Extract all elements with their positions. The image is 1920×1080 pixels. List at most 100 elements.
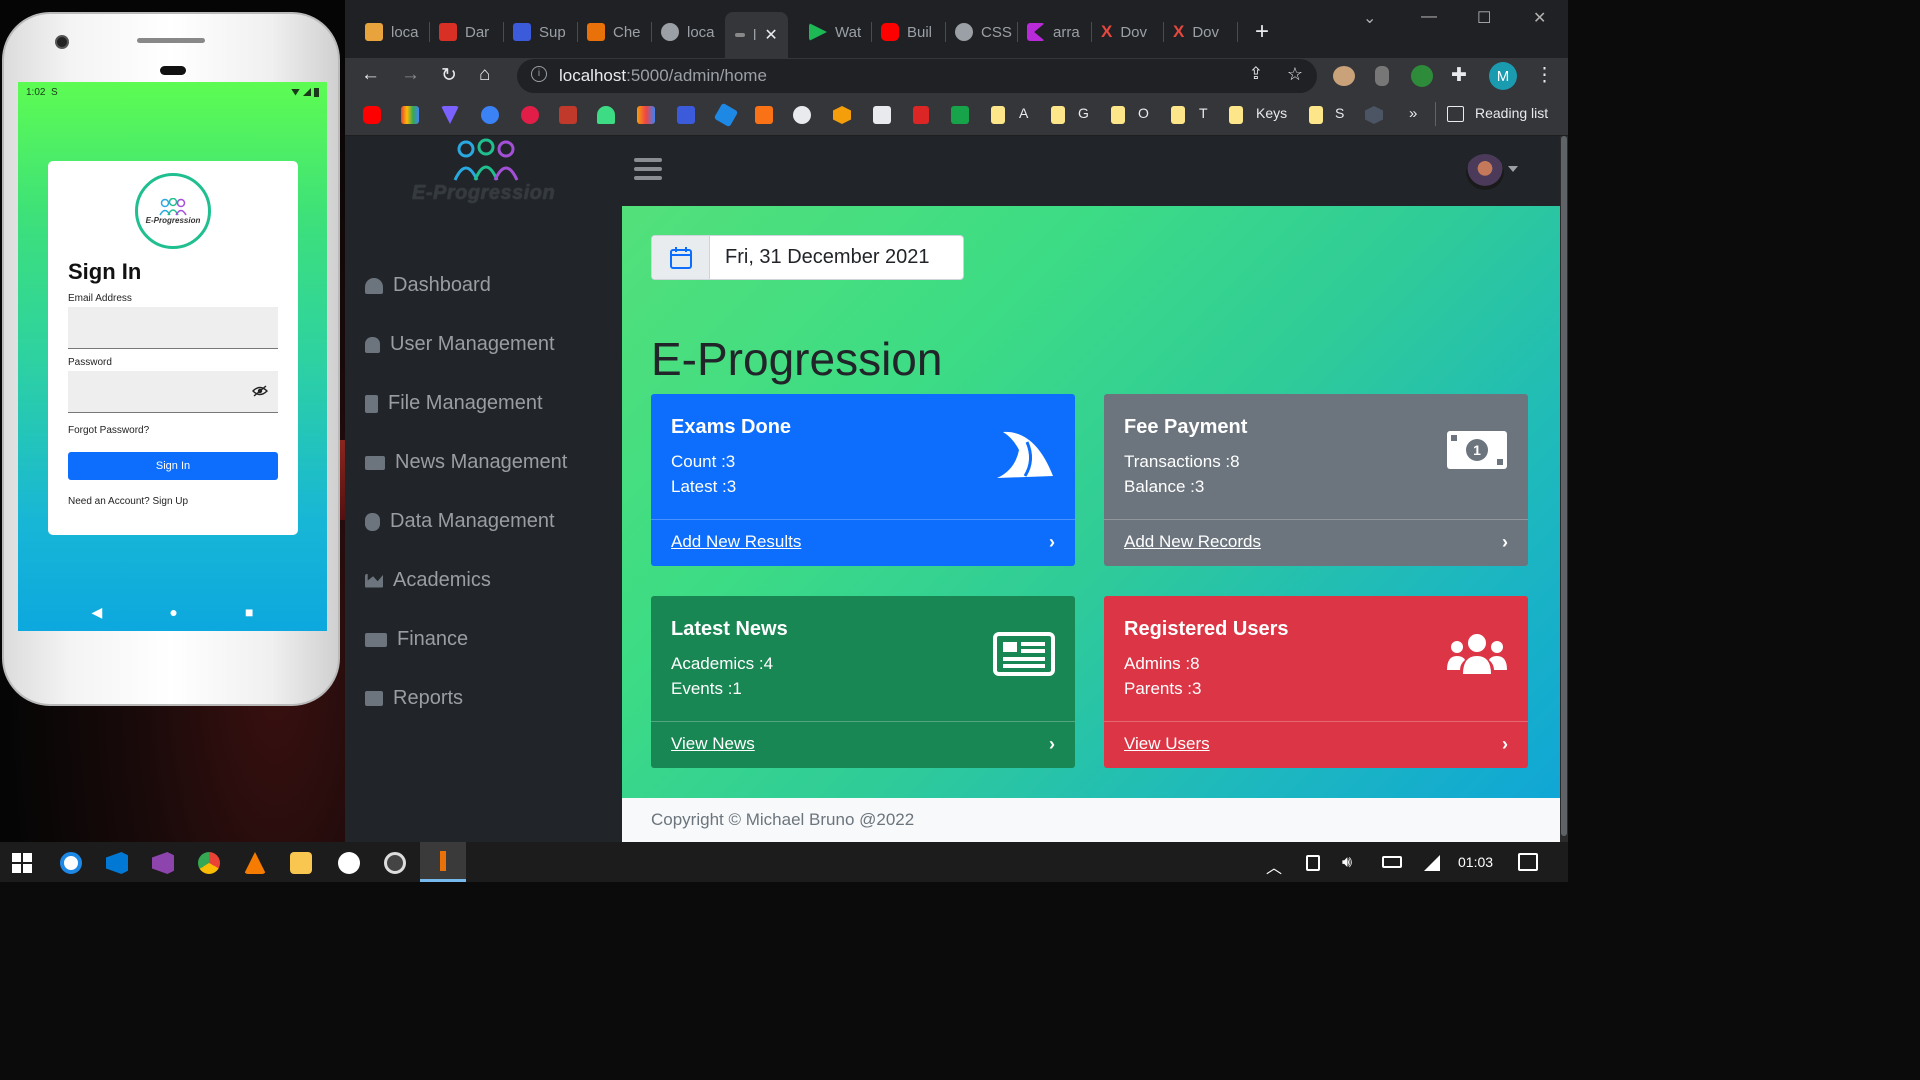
bookmark-icon[interactable] — [951, 106, 969, 124]
password-field[interactable] — [68, 371, 278, 413]
user-avatar[interactable] — [1466, 154, 1504, 190]
bookmark-icon[interactable] — [755, 106, 773, 124]
sidebar-item-user-management[interactable]: User Management — [365, 333, 555, 356]
extension-icon[interactable] — [1411, 65, 1433, 87]
bookmark-icon[interactable] — [559, 106, 577, 124]
maximize-icon[interactable]: ☐ — [1477, 8, 1491, 28]
reload-icon[interactable]: ↻ — [441, 64, 457, 87]
sidebar-item-academics[interactable]: Academics — [365, 569, 491, 592]
bookmark-icon[interactable] — [1365, 106, 1383, 124]
taskbar-app-icon[interactable] — [60, 852, 82, 874]
browser-tab[interactable]: Sup — [513, 18, 566, 46]
browser-tab[interactable]: X Dov — [1101, 18, 1147, 46]
folder-icon[interactable] — [1051, 106, 1065, 124]
close-window-icon[interactable]: ✕ — [1533, 8, 1546, 28]
sidebar-item-news-management[interactable]: News Management — [365, 451, 567, 474]
bookmark-folder-label[interactable]: A — [1019, 105, 1028, 121]
page-scrollbar[interactable] — [1560, 136, 1568, 842]
bookmark-youtube-icon[interactable] — [363, 106, 381, 124]
bookmark-icon[interactable] — [713, 102, 739, 128]
battery-icon[interactable] — [1382, 856, 1402, 868]
new-tab-button[interactable]: + — [1255, 18, 1269, 46]
eye-off-icon[interactable] — [252, 385, 268, 397]
meet-now-icon[interactable] — [1306, 855, 1320, 871]
chevron-right-icon[interactable]: › — [1502, 734, 1508, 755]
bookmark-android-icon[interactable] — [597, 106, 615, 124]
folder-icon[interactable] — [1171, 106, 1185, 124]
notifications-icon[interactable] — [1518, 853, 1538, 871]
bookmark-folder-label[interactable]: G — [1078, 105, 1089, 121]
profile-avatar[interactable]: M — [1489, 62, 1517, 90]
brand-name[interactable]: E-Progression — [412, 182, 555, 205]
browser-tab[interactable]: Dar — [439, 18, 489, 46]
bookmark-github-icon[interactable] — [793, 106, 811, 124]
browser-tab[interactable]: Che — [587, 18, 641, 46]
sidebar-item-finance[interactable]: Finance — [365, 628, 468, 651]
sidebar-item-file-management[interactable]: File Management — [365, 392, 543, 415]
url-input[interactable]: i localhost:5000/admin/home ⇪ ☆ — [517, 59, 1317, 93]
home-icon[interactable]: ⌂ — [479, 64, 490, 86]
file-explorer-icon[interactable] — [290, 852, 312, 874]
vlc-icon[interactable] — [244, 852, 266, 874]
bookmark-icon[interactable] — [833, 106, 851, 124]
view-users-link[interactable]: View Users — [1124, 734, 1210, 754]
forward-icon[interactable]: → — [401, 64, 420, 86]
bookmark-icon[interactable] — [481, 106, 499, 124]
taskbar-app-icon[interactable] — [384, 852, 406, 874]
sidebar-item-dashboard[interactable]: Dashboard — [365, 274, 491, 297]
more-bookmarks-icon[interactable]: » — [1409, 105, 1417, 122]
bookmark-icon[interactable] — [637, 106, 655, 124]
view-news-link[interactable]: View News — [671, 734, 755, 754]
bookmark-folder-label[interactable]: T — [1199, 105, 1208, 121]
extension-icon[interactable] — [1375, 66, 1389, 86]
signup-link[interactable]: Need an Account? Sign Up — [68, 496, 278, 507]
chevron-right-icon[interactable]: › — [1049, 734, 1055, 755]
back-icon[interactable]: ◀ — [92, 604, 103, 621]
minimize-icon[interactable]: — — [1421, 8, 1437, 26]
browser-tab[interactable]: loca — [365, 18, 419, 46]
home-icon[interactable]: ● — [169, 604, 177, 621]
back-icon[interactable]: ← — [361, 64, 380, 86]
email-field[interactable] — [68, 307, 278, 349]
forgot-password-link[interactable]: Forgot Password? — [68, 425, 278, 436]
add-new-results-link[interactable]: Add New Results — [671, 532, 801, 552]
browser-tab[interactable]: arra — [1027, 18, 1080, 46]
chrome-icon[interactable] — [198, 852, 220, 874]
bookmark-icon[interactable] — [913, 106, 929, 124]
reading-list-button[interactable]: Reading list — [1475, 105, 1548, 121]
browser-tab[interactable]: Wat — [809, 18, 861, 46]
network-icon[interactable] — [1424, 855, 1440, 871]
bookmark-icon[interactable] — [677, 106, 695, 124]
bookmark-icon[interactable] — [521, 106, 539, 124]
share-icon[interactable]: ⇪ — [1249, 64, 1263, 84]
extensions-puzzle-icon[interactable]: ✚ — [1451, 64, 1467, 87]
vscode-icon[interactable] — [106, 852, 128, 874]
chevron-right-icon[interactable]: › — [1049, 532, 1055, 553]
bookmark-icon[interactable] — [873, 106, 891, 124]
chevron-up-icon[interactable]: ︿ — [1266, 854, 1282, 878]
browser-menu-icon[interactable]: ⋮ — [1535, 64, 1554, 87]
extension-icon[interactable] — [1333, 66, 1355, 86]
recent-apps-icon[interactable]: ■ — [245, 604, 253, 621]
chevron-down-icon[interactable] — [1508, 166, 1518, 172]
site-info-icon[interactable]: i — [531, 66, 547, 82]
browser-tab[interactable]: loca — [661, 18, 715, 46]
folder-icon[interactable] — [1309, 106, 1323, 124]
sidebar-item-data-management[interactable]: Data Management — [365, 510, 555, 533]
taskbar-app-icon[interactable] — [338, 852, 360, 874]
folder-icon[interactable] — [1111, 106, 1125, 124]
taskbar-active-app[interactable] — [420, 842, 466, 882]
windows-start-icon[interactable] — [12, 853, 32, 873]
tab-search-icon[interactable]: ⌄ — [1363, 8, 1376, 28]
bookmark-folder-label[interactable]: Keys — [1256, 105, 1287, 121]
browser-tab[interactable]: Buil — [881, 18, 932, 46]
signin-button[interactable]: Sign In — [68, 452, 278, 480]
browser-tab[interactable]: X Dov — [1173, 18, 1219, 46]
chevron-right-icon[interactable]: › — [1502, 532, 1508, 553]
volume-icon[interactable]: 🔊︎ — [1342, 854, 1352, 872]
browser-tab[interactable]: CSS — [955, 18, 1012, 46]
folder-icon[interactable] — [1229, 106, 1243, 124]
bookmark-folder-label[interactable]: O — [1138, 105, 1149, 121]
close-tab-icon[interactable]: ✕ — [764, 25, 777, 45]
browser-tab-active[interactable]: l ✕ — [725, 12, 788, 58]
